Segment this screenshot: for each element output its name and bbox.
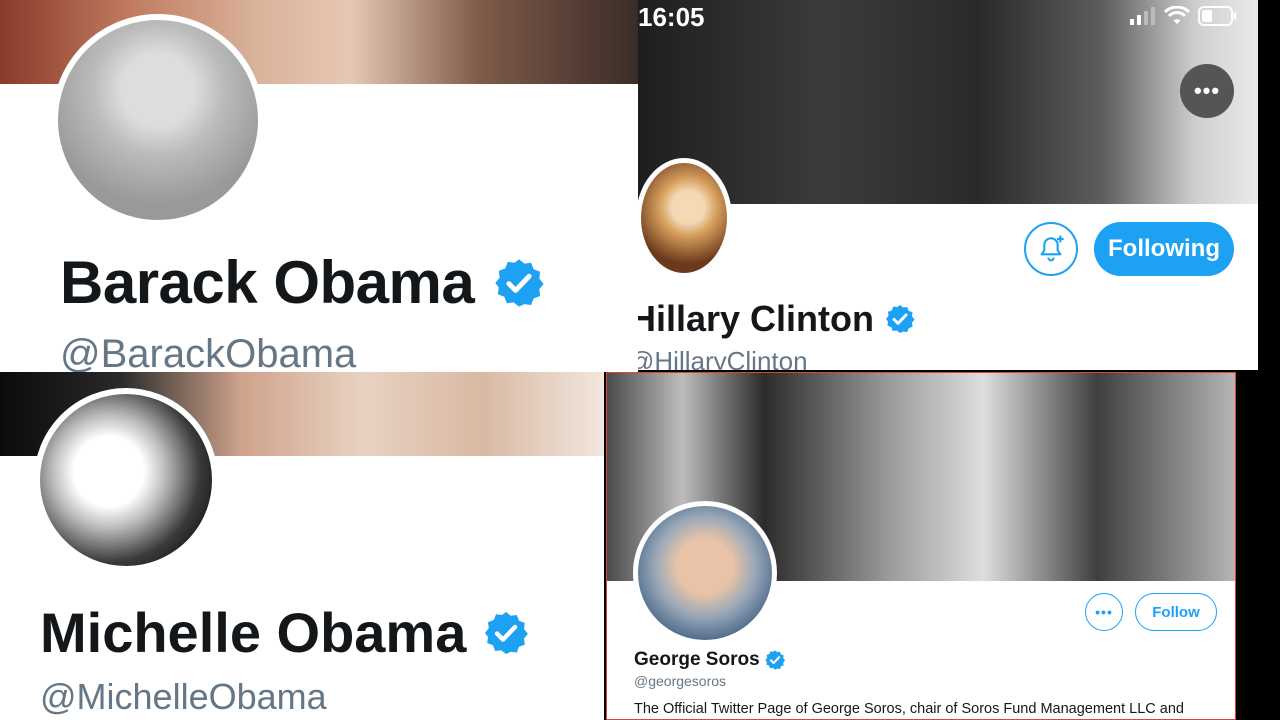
- profile-name: Michelle Obama: [40, 600, 530, 665]
- status-icons: [1130, 6, 1238, 26]
- notifications-bell-button[interactable]: [1024, 222, 1078, 276]
- avatar[interactable]: [52, 14, 264, 226]
- more-options-button[interactable]: •••: [1085, 593, 1123, 631]
- profile-name-text: Barack Obama: [60, 249, 475, 316]
- profile-name-text: Michelle Obama: [40, 601, 467, 664]
- wifi-icon: [1164, 6, 1190, 24]
- verified-badge-icon: [485, 611, 529, 654]
- signal-icon: [1130, 7, 1155, 25]
- verified-badge-icon: [886, 305, 915, 333]
- profile-bio: The Official Twitter Page of George Soro…: [634, 701, 1184, 717]
- profile-name-text: Hillary Clinton: [638, 298, 875, 339]
- profile-handle: @MichelleObama: [40, 676, 327, 717]
- verified-badge-icon: [765, 650, 785, 670]
- profile-name: George Soros: [634, 649, 786, 671]
- status-time: 16:05: [638, 2, 705, 32]
- avatar[interactable]: [34, 388, 218, 572]
- avatar[interactable]: [638, 158, 732, 278]
- profile-panel-hillary-clinton: 16:05 ••• Following Hillary Clinton @Hil…: [638, 0, 1258, 370]
- follow-button[interactable]: Follow: [1135, 593, 1217, 631]
- phone-status-bar: 16:05: [638, 0, 1258, 32]
- battery-icon: [1198, 6, 1237, 26]
- more-options-button[interactable]: •••: [1180, 64, 1234, 118]
- profile-panel-george-soros: ••• Follow George Soros @georgesoros The…: [606, 372, 1236, 720]
- bell-plus-icon: [1040, 235, 1064, 262]
- following-button[interactable]: Following: [1094, 222, 1234, 276]
- profile-name: Hillary Clinton: [638, 298, 916, 340]
- screen-edge-strip: [1258, 0, 1280, 720]
- profile-handle: @BarackObama: [60, 332, 357, 372]
- profile-panel-barack-obama: Barack Obama @BarackObama: [0, 0, 638, 372]
- verified-badge-icon: [495, 258, 544, 307]
- profile-panel-michelle-obama: Michelle Obama @MichelleObama: [0, 372, 604, 720]
- avatar[interactable]: [633, 501, 777, 645]
- profile-handle: @georgesoros: [634, 673, 727, 689]
- profile-handle: @HillaryClinton: [638, 346, 808, 370]
- profile-name-text: George Soros: [634, 649, 760, 670]
- profile-name: Barack Obama: [60, 248, 546, 317]
